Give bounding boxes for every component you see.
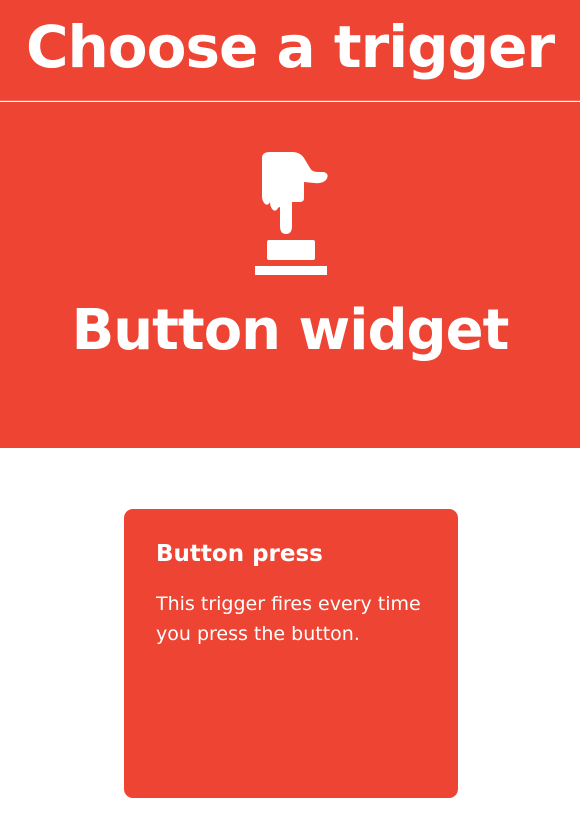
- service-name: Button widget: [71, 298, 510, 363]
- trigger-description: This trigger fires every time you press …: [156, 592, 421, 645]
- service-hero: Button widget: [0, 102, 580, 448]
- page-title: Choose a trigger: [25, 13, 555, 81]
- finger-press-button-icon: [255, 152, 328, 275]
- page-header: Choose a trigger: [0, 0, 580, 101]
- trigger-title: Button press: [156, 541, 323, 567]
- trigger-card-button-press[interactable]: Button press This trigger fires every ti…: [124, 509, 458, 798]
